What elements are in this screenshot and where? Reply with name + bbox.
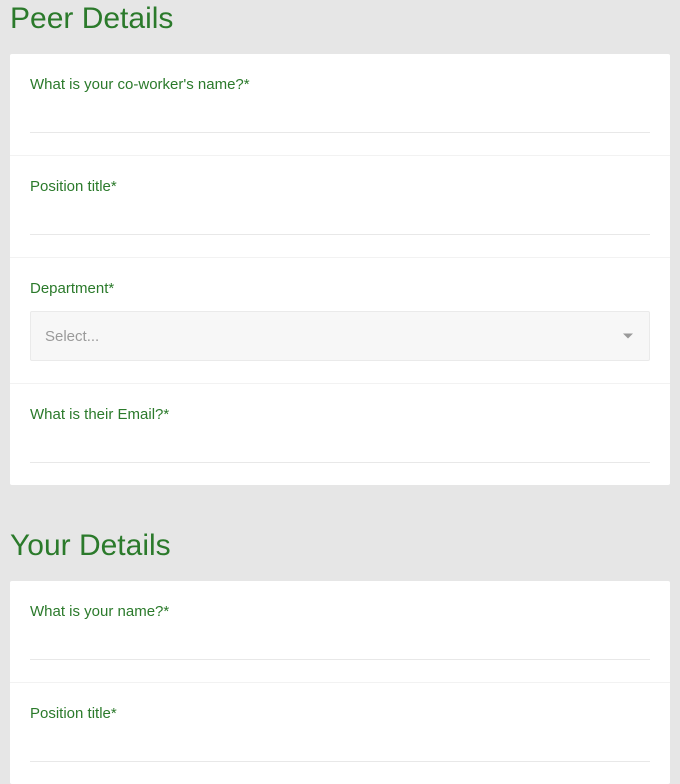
field-your-name: What is your name?* bbox=[10, 581, 670, 683]
label-coworker-name: What is your co-worker's name?* bbox=[30, 76, 650, 93]
select-department[interactable]: Select... bbox=[30, 311, 650, 361]
your-details-card: What is your name?* Position title* bbox=[10, 581, 670, 784]
input-peer-email[interactable] bbox=[30, 437, 650, 463]
field-peer-position-title: Position title* bbox=[10, 156, 670, 258]
field-your-position-title: Position title* bbox=[10, 683, 670, 784]
your-details-heading: Your Details bbox=[10, 527, 670, 581]
input-your-position-title[interactable] bbox=[30, 736, 650, 762]
select-department-placeholder: Select... bbox=[45, 328, 99, 345]
chevron-down-icon bbox=[623, 334, 633, 339]
label-your-name: What is your name?* bbox=[30, 603, 650, 620]
input-peer-position-title[interactable] bbox=[30, 209, 650, 235]
peer-details-card: What is your co-worker's name?* Position… bbox=[10, 54, 670, 485]
label-peer-position-title: Position title* bbox=[30, 178, 650, 195]
field-department: Department* Select... bbox=[10, 258, 670, 384]
input-coworker-name[interactable] bbox=[30, 107, 650, 133]
label-peer-email: What is their Email?* bbox=[30, 406, 650, 423]
field-coworker-name: What is your co-worker's name?* bbox=[10, 54, 670, 156]
label-department: Department* bbox=[30, 280, 650, 297]
field-peer-email: What is their Email?* bbox=[10, 384, 670, 485]
peer-details-heading: Peer Details bbox=[10, 0, 670, 54]
label-your-position-title: Position title* bbox=[30, 705, 650, 722]
input-your-name[interactable] bbox=[30, 634, 650, 660]
